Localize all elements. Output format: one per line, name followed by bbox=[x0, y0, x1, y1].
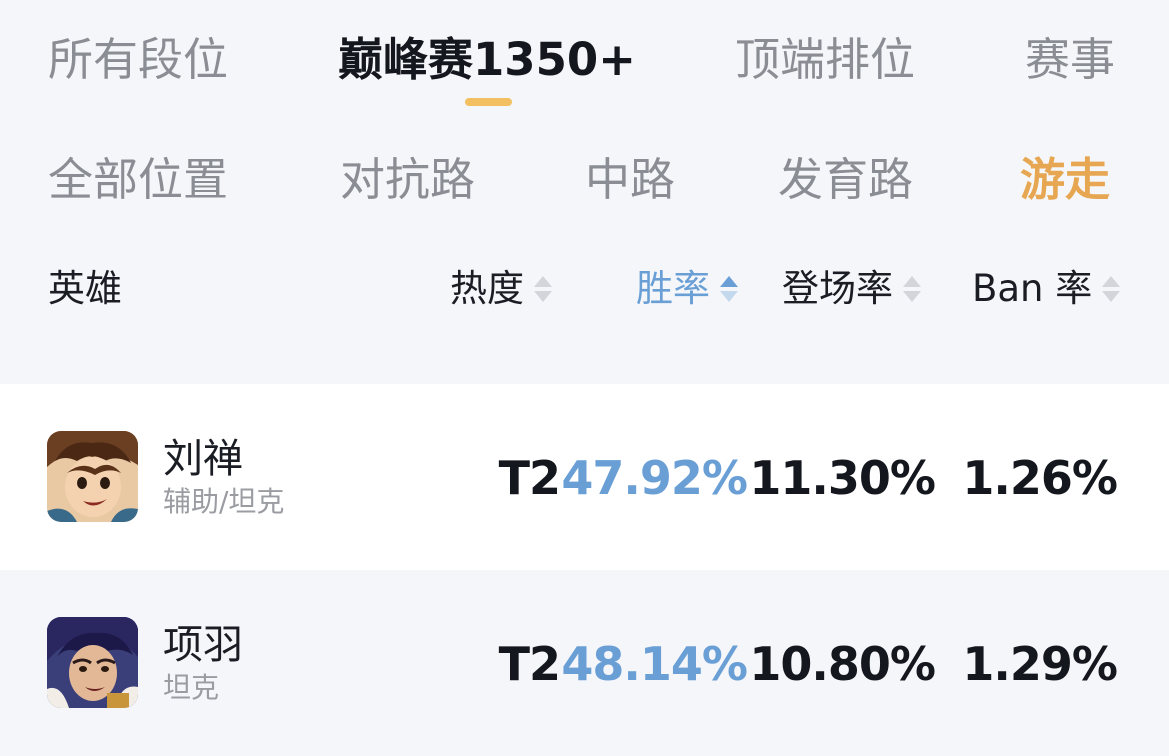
hero-stats-page: 所有段位 巅峰赛1350+ 顶端排位 赛事 全部位置 对抗路 中路 发育路 游走… bbox=[0, 0, 1169, 756]
tab-all-positions[interactable]: 全部位置 bbox=[48, 150, 228, 210]
table-row[interactable]: 项羽 坦克 T2 48.14% 10.80% 1.29% bbox=[0, 570, 1169, 756]
sort-pick-rate-button[interactable]: 登场率 bbox=[782, 264, 923, 314]
tab-farm-lane[interactable]: 发育路 bbox=[778, 150, 913, 210]
column-win-rate-label: 胜率 bbox=[636, 267, 710, 310]
tab-tournament[interactable]: 赛事 bbox=[1025, 30, 1115, 90]
sort-ban-rate-button[interactable]: Ban 率 bbox=[972, 264, 1122, 314]
tier-value: T2 bbox=[498, 637, 561, 691]
column-heat-label: 热度 bbox=[450, 267, 524, 310]
column-ban-rate-label: Ban 率 bbox=[972, 267, 1093, 310]
hero-role: 坦克 bbox=[163, 671, 220, 704]
sort-icon bbox=[534, 271, 554, 307]
rank-tabs: 所有段位 巅峰赛1350+ 顶端排位 赛事 bbox=[0, 0, 1169, 120]
table-row[interactable]: 刘禅 辅助/坦克 T2 47.92% 11.30% 1.26% bbox=[0, 384, 1169, 570]
tab-top-ranked[interactable]: 顶端排位 bbox=[735, 30, 915, 90]
liu-shan-avatar-icon bbox=[47, 431, 138, 522]
tier-value: T2 bbox=[498, 451, 561, 505]
ban-rate-value: 1.29% bbox=[962, 637, 1118, 691]
sort-icon bbox=[1102, 271, 1122, 307]
tab-mid-lane[interactable]: 中路 bbox=[585, 150, 675, 210]
sort-heat-button[interactable]: 热度 bbox=[450, 264, 554, 314]
sort-win-rate-button[interactable]: 胜率 bbox=[636, 264, 740, 314]
win-rate-value: 48.14% bbox=[561, 637, 748, 691]
hero-name: 刘禅 bbox=[163, 436, 243, 482]
column-hero-label: 英雄 bbox=[48, 267, 122, 310]
ban-rate-value: 1.26% bbox=[962, 451, 1118, 505]
hero-name: 项羽 bbox=[163, 622, 243, 668]
column-hero: 英雄 bbox=[48, 264, 122, 314]
tab-peak-1350[interactable]: 巅峰赛1350+ bbox=[338, 30, 636, 90]
liu-shan-portrait-icon bbox=[47, 431, 138, 522]
column-pick-rate-label: 登场率 bbox=[782, 267, 893, 310]
tab-all-ranks[interactable]: 所有段位 bbox=[48, 30, 228, 90]
pick-rate-value: 11.30% bbox=[749, 451, 936, 505]
win-rate-value: 47.92% bbox=[561, 451, 748, 505]
active-tab-indicator bbox=[465, 98, 512, 106]
xiang-yu-portrait-icon bbox=[47, 617, 138, 708]
hero-role: 辅助/坦克 bbox=[163, 485, 285, 518]
sort-ascending-icon bbox=[720, 271, 740, 307]
pick-rate-value: 10.80% bbox=[749, 637, 936, 691]
xiang-yu-avatar-icon bbox=[47, 617, 138, 708]
tab-clash-lane[interactable]: 对抗路 bbox=[340, 150, 475, 210]
sort-icon bbox=[903, 271, 923, 307]
tab-roam[interactable]: 游走 bbox=[1020, 150, 1110, 210]
